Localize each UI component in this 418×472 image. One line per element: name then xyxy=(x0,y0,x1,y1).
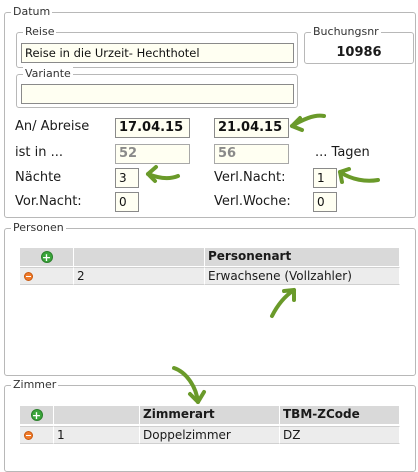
zimmer-header-row: + Zimmerart TBM-ZCode xyxy=(20,406,400,424)
verl-woche-field[interactable]: 0 xyxy=(313,192,337,212)
zimmer-header-code: TBM-ZCode xyxy=(280,406,400,424)
zimmer-header-art: Zimmerart xyxy=(140,406,280,424)
personen-header-count xyxy=(74,248,205,266)
reise-legend: Reise xyxy=(23,25,57,39)
vor-nacht-field[interactable]: 0 xyxy=(115,192,139,212)
zimmer-code-cell: DZ xyxy=(280,426,400,444)
naechte-field[interactable]: 3 xyxy=(115,168,139,188)
ist-in-field-1: 52 xyxy=(115,144,190,164)
zimmer-art-cell: Doppelzimmer xyxy=(140,426,280,444)
reise-field[interactable]: Reise in die Urzeit- Hechthotel xyxy=(21,43,294,63)
naechte-label: Nächte xyxy=(15,170,62,185)
personen-header-row: + Personenart xyxy=(20,248,400,266)
annotation-arrow-naechte xyxy=(146,165,180,183)
table-row[interactable]: 1 Doppelzimmer DZ xyxy=(20,426,400,444)
personen-header-art: Personenart xyxy=(205,248,400,266)
personen-add-cell[interactable]: + xyxy=(20,248,74,266)
annotation-arrow-abreise xyxy=(290,113,326,132)
add-icon[interactable]: + xyxy=(30,409,43,422)
annotation-arrow-zimmer xyxy=(172,366,206,404)
annotation-arrow-personen xyxy=(270,288,296,318)
datum-legend: Datum xyxy=(11,5,53,19)
personen-art-cell: Erwachsene (Vollzahler) xyxy=(205,267,400,285)
variante-legend: Variante xyxy=(23,67,73,81)
table-row[interactable]: 2 Erwachsene (Vollzahler) xyxy=(20,267,400,285)
zimmer-count-cell: 1 xyxy=(54,426,140,444)
add-icon[interactable]: + xyxy=(40,251,53,264)
annotation-arrow-verl-nacht xyxy=(338,167,380,184)
tagen-label: ... Tagen xyxy=(315,145,370,160)
vor-nacht-label: Vor.Nacht: xyxy=(15,194,82,209)
buchungsnr-legend: Buchungsnr xyxy=(311,25,381,39)
remove-icon[interactable] xyxy=(24,430,33,440)
zimmer-remove-cell[interactable] xyxy=(20,426,54,444)
personen-count-cell: 2 xyxy=(74,267,205,285)
zimmer-header-count xyxy=(54,406,140,424)
variante-field[interactable] xyxy=(21,84,294,104)
personen-remove-cell[interactable] xyxy=(20,267,74,285)
abreise-field[interactable]: 21.04.15 xyxy=(214,118,289,138)
zimmer-legend: Zimmer xyxy=(11,378,59,392)
verl-nacht-label: Verl.Nacht: xyxy=(214,170,286,185)
verl-woche-label: Verl.Woche: xyxy=(214,194,291,209)
zimmer-add-cell[interactable]: + xyxy=(20,406,54,424)
personen-legend: Personen xyxy=(11,221,66,235)
remove-icon[interactable] xyxy=(24,271,33,281)
an-abreise-label: An/ Abreise xyxy=(15,119,90,134)
buchungsnr-value: 10986 xyxy=(336,45,382,60)
ist-in-field-2: 56 xyxy=(214,144,289,164)
ist-in-label: ist in ... xyxy=(15,145,63,160)
anreise-field[interactable]: 17.04.15 xyxy=(115,118,190,138)
